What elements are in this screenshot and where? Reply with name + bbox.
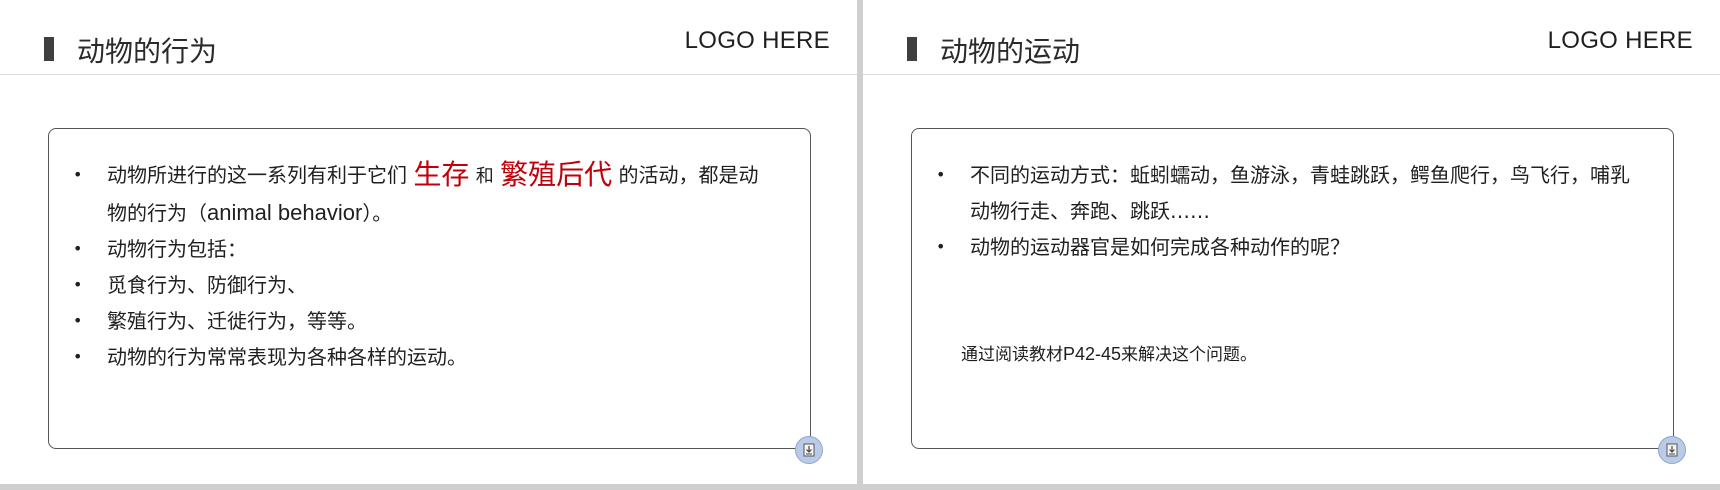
header-divider: [863, 74, 1720, 75]
download-icon: [803, 443, 815, 457]
bullet-item: 动物的运动器官是如何完成各种动作的呢？: [936, 229, 1636, 265]
slide-title: 动物的运动: [940, 35, 1081, 68]
title-accent-bar: [44, 37, 54, 61]
bullet-item: 动物的行为常常表现为各种各样的运动。: [73, 339, 773, 375]
download-button[interactable]: [795, 436, 823, 464]
slide-animal-movement: 动物的运动 LOGO HERE 不同的运动方式：蚯蚓蠕动，鱼游泳，青蛙跳跃，鳄鱼…: [863, 0, 1720, 484]
bullet-text-connector: 和: [475, 166, 494, 187]
emphasis-survival: 生存: [413, 158, 470, 191]
bullet-item: 动物行为包括：: [73, 231, 773, 267]
logo-placeholder: LOGO HERE: [1547, 27, 1693, 54]
content-card: 不同的运动方式：蚯蚓蠕动，鱼游泳，青蛙跳跃，鳄鱼爬行，鸟飞行，哺乳动物行走、奔跑…: [911, 128, 1674, 449]
note-text: 来解决这个问题。: [1121, 345, 1258, 365]
emphasis-reproduction: 繁殖后代: [500, 158, 613, 191]
bullet-text: 动物所进行的这一系列有利于它们: [107, 163, 407, 187]
bullet-item: 繁殖行为、迁徙行为，等等。: [73, 303, 773, 339]
download-button[interactable]: [1658, 436, 1686, 464]
title-accent-bar: [907, 37, 917, 61]
bullet-text: ）。: [362, 201, 393, 225]
page-range: P42-45: [1063, 344, 1122, 364]
bullet-item: 动物所进行的这一系列有利于它们 生存 和 繁殖后代 的活动，都是动物的行为（an…: [73, 157, 773, 231]
note-text: 通过阅读教材: [961, 345, 1063, 365]
bullet-item: 不同的运动方式：蚯蚓蠕动，鱼游泳，青蛙跳跃，鳄鱼爬行，鸟飞行，哺乳动物行走、奔跑…: [936, 157, 1636, 229]
bullet-list: 动物所进行的这一系列有利于它们 生存 和 繁殖后代 的活动，都是动物的行为（an…: [73, 157, 773, 375]
header-divider: [0, 74, 857, 75]
bullet-list: 不同的运动方式：蚯蚓蠕动，鱼游泳，青蛙跳跃，鳄鱼爬行，鸟飞行，哺乳动物行走、奔跑…: [936, 157, 1636, 265]
content-card: 动物所进行的这一系列有利于它们 生存 和 繁殖后代 的活动，都是动物的行为（an…: [48, 128, 811, 449]
reading-note: 通过阅读教材P42-45来解决这个问题。: [961, 340, 1257, 365]
slide-animal-behavior: 动物的行为 LOGO HERE 动物所进行的这一系列有利于它们 生存 和 繁殖后…: [0, 0, 857, 484]
english-term: animal behavior: [207, 200, 363, 225]
logo-placeholder: LOGO HERE: [684, 27, 830, 54]
download-icon: [1666, 443, 1678, 457]
bullet-item: 觅食行为、防御行为、: [73, 267, 773, 303]
slide-title: 动物的行为: [77, 35, 218, 68]
